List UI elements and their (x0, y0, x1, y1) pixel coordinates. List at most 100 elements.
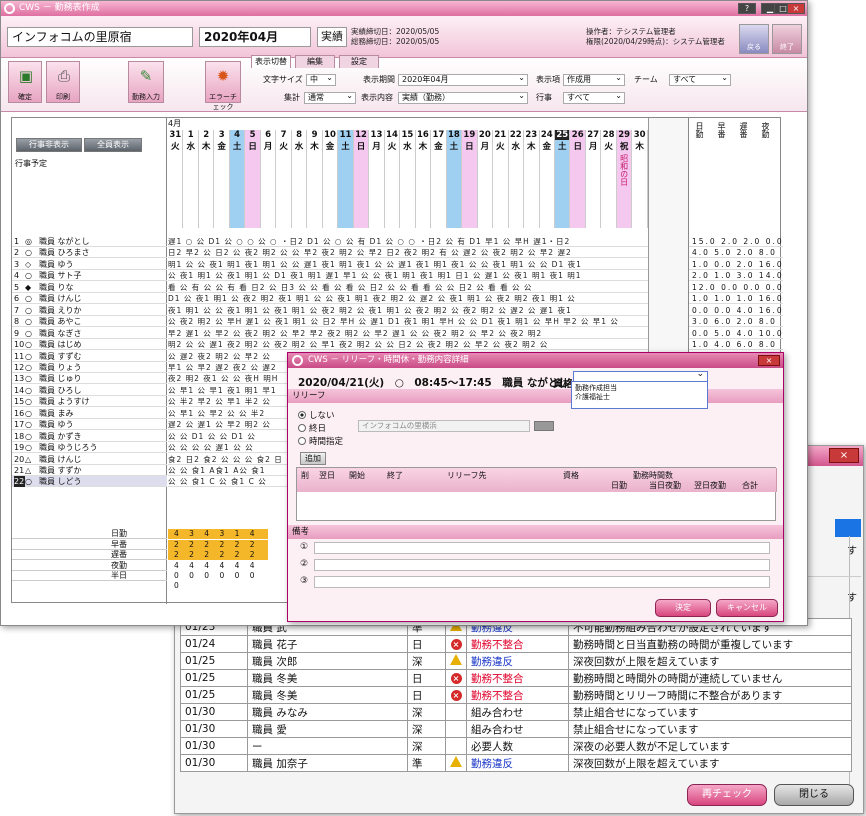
staff-row[interactable]: 1 ◎ 職員 ながとし (12, 236, 167, 247)
day-column-header[interactable]: 4土 (229, 130, 246, 228)
day-column-header[interactable]: 8水 (291, 130, 308, 228)
close-icon[interactable]: × (787, 3, 805, 14)
qualification-option[interactable]: 介護福祉士 (575, 393, 704, 402)
day-column-header[interactable]: 28 火 (601, 130, 617, 228)
staff-row[interactable]: 5 ◆ 職員 りな (12, 282, 167, 293)
radio-timed[interactable]: 時間指定 (298, 435, 343, 447)
error-row[interactable]: 01/25 職員 冬美日 × 勤務不整合 勤務時間とリリーフ時間に不整合があります (180, 686, 852, 704)
tab-settings[interactable]: 設定 (339, 55, 379, 68)
help-icon[interactable]: ? (738, 3, 756, 14)
error-row[interactable]: 01/30 職員 みなみ深 組み合わせ 禁止組合せになっています (180, 703, 852, 721)
note-input-3[interactable] (314, 576, 770, 588)
staff-row[interactable]: 22○ 職員 しどう (12, 476, 167, 488)
staff-row[interactable]: 20△ 職員 けんじ (12, 454, 167, 465)
print-button[interactable]: ⎙ 印刷 (46, 61, 80, 103)
staff-row[interactable]: 14○ 職員 ひろし (12, 385, 167, 396)
shift-cells[interactable]: 遅1 ○ 公 D1 公 ○ ○ 公 ○ ・日2 D1 公 ○ 公 有 D1 公 … (168, 236, 648, 247)
close-button[interactable]: 閉じる (774, 784, 854, 806)
day-column-header[interactable]: 15 水 (400, 130, 416, 228)
day-column-header[interactable]: 25 土 (555, 130, 571, 228)
shift-cells[interactable]: 看 公 有 公 公 有 看 日2 公 日3 公 公 看 公 看 公 日2 公 公… (168, 282, 648, 293)
day-column-header[interactable]: 1水 (183, 130, 199, 228)
shift-input-button[interactable]: ✎ 勤務入力 (128, 61, 164, 103)
font-size-select[interactable]: 中 (306, 73, 336, 86)
day-column-header[interactable]: 14 火 (384, 130, 401, 228)
staff-row[interactable]: 18○ 職員 かずき (12, 431, 167, 442)
shift-cells[interactable]: 夜1 明1 公 公 夜1 明1 公 夜1 明1 公 夜2 明2 公 夜1 明1 … (168, 305, 648, 316)
error-check-button[interactable]: ✹ エラーチェック (205, 61, 241, 111)
error-row[interactable]: 01/30 職員 加奈子準 勤務違反 深夜回数が上限を超えています (180, 754, 852, 772)
exit-button[interactable]: 終了 (772, 24, 802, 54)
radio-none[interactable]: しない (298, 409, 335, 421)
note-input-1[interactable] (314, 542, 770, 554)
radio-allday[interactable]: 終日 (298, 422, 326, 434)
show-all-button[interactable]: 全員表示 (84, 138, 142, 152)
shift-cells[interactable]: 明2 公 公 遅1 夜2 明2 公 夜2 明2 公 早1 夜2 明2 公 公 日… (168, 339, 648, 351)
day-column-header[interactable]: 24 金 (539, 130, 555, 228)
total-select[interactable]: 通常 (304, 91, 356, 104)
day-column-header[interactable]: 17 金 (431, 130, 447, 228)
day-column-header[interactable]: 6月 (260, 130, 277, 228)
note-input-2[interactable] (314, 559, 770, 571)
day-column-header[interactable]: 27 月 (585, 130, 602, 228)
period-select[interactable]: 2020年04月 (398, 73, 528, 86)
day-column-header[interactable]: 21 火 (493, 130, 509, 228)
tab-edit[interactable]: 編集 (295, 55, 335, 68)
error-row[interactable]: 01/25 職員 冬美日 × 勤務不整合 勤務時間と時間外の時間が連続していません (180, 669, 852, 687)
recheck-button[interactable]: 再チェック (687, 784, 767, 806)
shift-cells[interactable]: D1 公 夜1 明1 公 夜2 明2 夜1 明1 公 公 夜1 明1 夜2 明2… (168, 293, 648, 305)
tab-display[interactable]: 表示切替 (251, 55, 291, 68)
error-row[interactable]: 01/30 職員 愛深 組み合わせ 禁止組合せになっています (180, 720, 852, 738)
staff-row[interactable]: 17○ 職員 ゆう (12, 419, 167, 431)
day-column-header[interactable]: 31 火 (168, 130, 184, 228)
day-column-header[interactable]: 7火 (276, 130, 292, 228)
event-select[interactable]: すべて (563, 91, 625, 104)
relief-place-button[interactable] (534, 421, 554, 431)
staff-row[interactable]: 15○ 職員 ようすけ (12, 396, 167, 408)
shift-cells[interactable]: 公 夜1 明1 公 夜1 明1 公 D1 夜1 明1 遅1 早1 公 公 夜1 … (168, 270, 648, 282)
error-row[interactable]: 01/24 職員 花子日 × 勤務不整合 勤務時間と日当直勤務の時間が重複しています (180, 635, 852, 653)
display-items-select[interactable]: 作成用 (563, 73, 625, 86)
staff-row[interactable]: 9 ○ 職員 なぎさ (12, 328, 167, 339)
confirm-button[interactable]: ▣ 確定 (8, 61, 42, 103)
staff-row[interactable]: 2 ○ 職員 ひろまさ (12, 247, 167, 259)
day-column-header[interactable]: 19 日 (462, 130, 478, 228)
staff-row[interactable]: 3 ◇ 職員 ゆう (12, 259, 167, 270)
content-select[interactable]: 実績（勤務） (398, 91, 528, 104)
day-column-header[interactable]: 12 日 (353, 130, 370, 228)
shift-cells[interactable]: 早2 遅1 公 早2 公 夜2 明2 公 早2 早2 夜2 明2 公 早2 遅1… (168, 328, 648, 339)
staff-row[interactable]: 7 ○ 職員 えりか (12, 305, 167, 316)
shift-cells[interactable]: 明1 公 公 夜1 明1 夜1 明1 公 公 遅1 夜1 明1 夜1 公 公 遅… (168, 259, 648, 270)
hide-events-button[interactable]: 行事非表示 (16, 138, 82, 152)
day-column-header[interactable]: 11 土 (338, 130, 354, 228)
shift-cells[interactable]: 日2 早2 公 日2 公 夜2 明2 公 公 早2 夜2 明2 公 早2 日2 … (168, 247, 648, 259)
day-column-header[interactable]: 20 月 (477, 130, 494, 228)
day-column-header[interactable]: 26 日 (570, 130, 586, 228)
staff-row[interactable]: 4 ○ 職員 サト子 (12, 270, 167, 282)
staff-row[interactable]: 6 ○ 職員 けんじ (12, 293, 167, 305)
staff-row[interactable]: 21△ 職員 すずか (12, 465, 167, 476)
staff-row[interactable]: 8 ○ 職員 あやこ (12, 316, 167, 328)
staff-row[interactable]: 11○ 職員 すずむ (12, 351, 167, 362)
day-column-header[interactable]: 9木 (307, 130, 323, 228)
cancel-button[interactable]: キャンセル (716, 599, 778, 617)
day-column-header[interactable]: 5日 (245, 130, 261, 228)
close-icon[interactable]: × (758, 355, 780, 366)
day-column-header[interactable]: 23 木 (524, 130, 540, 228)
team-select[interactable]: すべて (669, 73, 731, 86)
shift-cells[interactable]: 公 夜2 明2 公 早H 遅1 公 夜1 明1 公 日2 早H 公 遅1 D1 … (168, 316, 648, 328)
day-column-header[interactable]: 30 木 (632, 130, 648, 228)
error-row[interactable]: 01/25 職員 次郎深 勤務違反 深夜回数が上限を超えています (180, 652, 852, 670)
staff-row[interactable]: 19○ 職員 ゆうじろう (12, 442, 167, 454)
staff-row[interactable]: 10○ 職員 はじめ (12, 339, 167, 351)
add-button[interactable]: 追加 (300, 452, 326, 465)
day-column-header[interactable]: 22 水 (508, 130, 525, 228)
close-icon[interactable]: × (829, 448, 859, 463)
qualification-option[interactable]: 勤務作成担当 (575, 384, 704, 393)
day-column-header[interactable]: 3金 (214, 130, 230, 228)
day-column-header[interactable]: 16 木 (415, 130, 432, 228)
staff-row[interactable]: 12○ 職員 りょう (12, 362, 167, 373)
staff-row[interactable]: 13○ 職員 じゅり (12, 373, 167, 385)
ok-button[interactable]: 決定 (655, 599, 711, 617)
relief-place-select[interactable]: インフォコムの里横浜 (358, 420, 530, 432)
